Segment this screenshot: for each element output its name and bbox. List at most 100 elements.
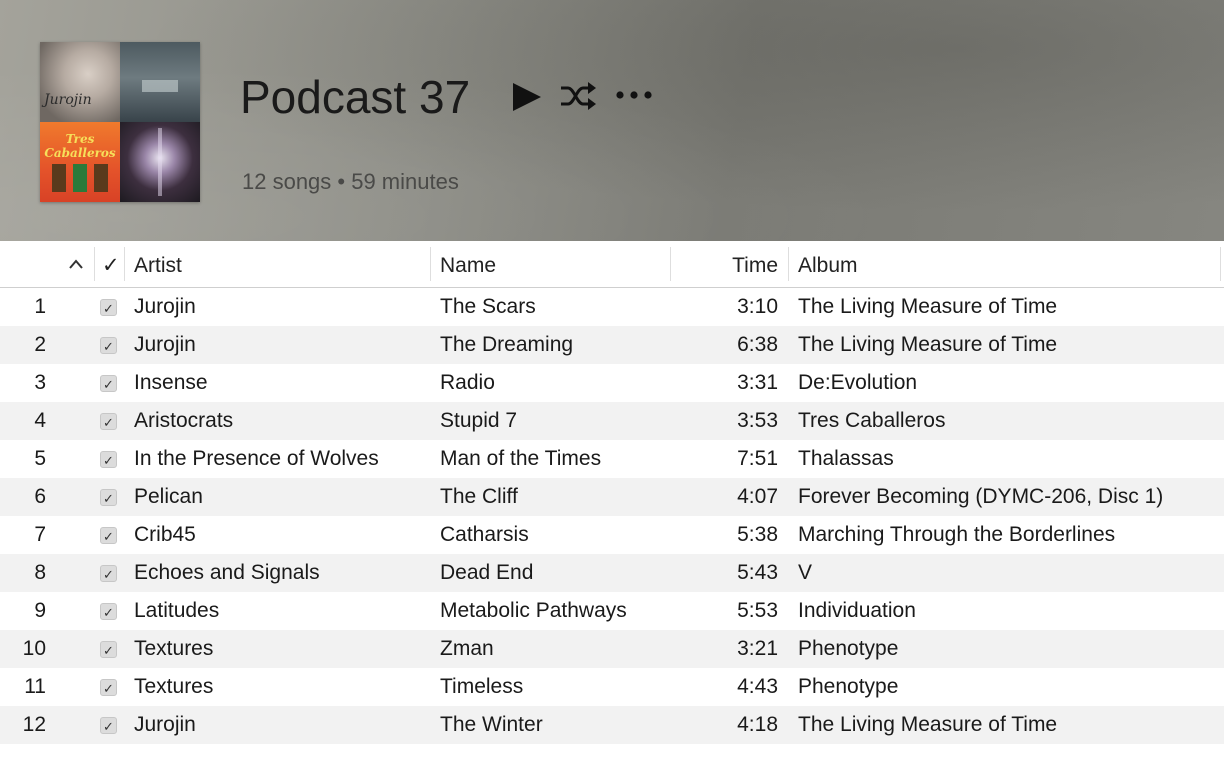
song-name-cell: The Scars xyxy=(440,295,536,318)
table-row[interactable]: 12 ✓ Jurojin The Winter 4:18 The Living Measu… xyxy=(0,706,1224,744)
album-art-tile: Jurojin xyxy=(40,42,120,122)
artist-cell: Jurojin xyxy=(134,295,196,318)
artist-cell: Jurojin xyxy=(134,333,196,356)
album-cell: V xyxy=(798,561,813,584)
album-cell: Phenotype xyxy=(798,637,899,660)
column-header-artist[interactable]: Artist xyxy=(134,241,182,287)
time-cell: 5:38 xyxy=(737,523,778,546)
table-row[interactable]: 8 ✓ Echoes and Signals Dead End 5:43 V xyxy=(0,554,1224,592)
table-row[interactable]: 6 ✓ Pelican The Cliff 4:07 Forever Becoming (… xyxy=(0,478,1224,516)
song-enabled-checkbox[interactable]: ✓ xyxy=(100,489,117,506)
track-number: 5 xyxy=(34,447,46,470)
album-cell: Thalassas xyxy=(798,447,894,470)
artist-cell: Jurojin xyxy=(134,713,196,736)
playlist-header: Jurojin Tres Caballeros Podcast 37 12 so… xyxy=(0,0,1224,241)
table-row[interactable]: 9 ✓ Latitudes Metabolic Pathways 5:53 Individ… xyxy=(0,592,1224,630)
album-art-logo-text: Jurojin xyxy=(44,92,92,108)
checkmark-icon: ✓ xyxy=(103,567,114,582)
song-enabled-checkbox[interactable]: ✓ xyxy=(100,451,117,468)
artist-cell: Pelican xyxy=(134,485,203,508)
track-number: 1 xyxy=(34,295,46,318)
table-row[interactable]: 4 ✓ Aristocrats Stupid 7 3:53 Tres Caballeros xyxy=(0,402,1224,440)
track-number: 2 xyxy=(34,333,46,356)
checkmark-icon: ✓ xyxy=(103,491,114,506)
artist-cell: Latitudes xyxy=(134,599,220,622)
song-enabled-checkbox[interactable]: ✓ xyxy=(100,565,117,582)
table-header: ✓ Artist Name Time Album xyxy=(0,241,1224,288)
album-cell: The Living Measure of Time xyxy=(798,295,1058,318)
time-cell: 4:07 xyxy=(737,485,778,508)
time-cell: 5:43 xyxy=(737,561,778,584)
column-header-checked[interactable]: ✓ xyxy=(102,241,120,287)
checkmark-icon: ✓ xyxy=(103,339,114,354)
table-row[interactable]: 11 ✓ Textures Timeless 4:43 Phenotype xyxy=(0,668,1224,706)
artist-cell: Textures xyxy=(134,637,214,660)
album-art-tile: Tres Caballeros xyxy=(40,122,120,202)
time-cell: 3:53 xyxy=(737,409,778,432)
album-cell: The Living Measure of Time xyxy=(798,333,1058,356)
checkmark-icon: ✓ xyxy=(103,453,114,468)
song-name-cell: Metabolic Pathways xyxy=(440,599,627,622)
song-name-cell: Zman xyxy=(440,637,494,660)
song-table: ✓ Artist Name Time Album 1 ✓ Jurojin The Sc… xyxy=(0,241,1224,744)
song-enabled-checkbox[interactable]: ✓ xyxy=(100,375,117,392)
column-header-album[interactable]: Album xyxy=(798,241,858,287)
song-name-cell: Timeless xyxy=(440,675,524,698)
track-number: 6 xyxy=(34,485,46,508)
song-enabled-checkbox[interactable]: ✓ xyxy=(100,413,117,430)
song-name-cell: Man of the Times xyxy=(440,447,602,470)
album-cell: Tres Caballeros xyxy=(798,409,946,432)
song-enabled-checkbox[interactable]: ✓ xyxy=(100,717,117,734)
song-list: 1 ✓ Jurojin The Scars 3:10 The Living Measure… xyxy=(0,288,1224,744)
column-header-name[interactable]: Name xyxy=(440,241,496,287)
table-row[interactable]: 2 ✓ Jurojin The Dreaming 6:38 The Living Meas… xyxy=(0,326,1224,364)
shuffle-icon[interactable] xyxy=(559,80,597,117)
song-enabled-checkbox[interactable]: ✓ xyxy=(100,299,117,316)
checkmark-icon: ✓ xyxy=(103,681,114,696)
song-name-cell: The Dreaming xyxy=(440,333,574,356)
checkmark-icon: ✓ xyxy=(103,605,114,620)
sort-ascending-icon[interactable] xyxy=(66,241,88,287)
time-cell: 3:10 xyxy=(737,295,778,318)
table-row[interactable]: 3 ✓ Insense Radio 3:31 De:Evolution xyxy=(0,364,1224,402)
song-enabled-checkbox[interactable]: ✓ xyxy=(100,603,117,620)
track-number: 12 xyxy=(22,713,46,736)
table-row[interactable]: 10 ✓ Textures Zman 3:21 Phenotype xyxy=(0,630,1224,668)
checkmark-icon: ✓ xyxy=(103,643,114,658)
song-name-cell: Dead End xyxy=(440,561,534,584)
table-row[interactable]: 5 ✓ In the Presence of Wolves Man of the Ti… xyxy=(0,440,1224,478)
checkmark-icon: ✓ xyxy=(103,719,114,734)
track-number: 4 xyxy=(34,409,46,432)
column-header-time[interactable]: Time xyxy=(690,241,778,287)
table-row[interactable]: 7 ✓ Crib45 Catharsis 5:38 Marching Through th… xyxy=(0,516,1224,554)
song-enabled-checkbox[interactable]: ✓ xyxy=(100,527,117,544)
song-name-cell: Stupid 7 xyxy=(440,409,518,432)
artist-cell: Echoes and Signals xyxy=(134,561,320,584)
playlist-summary: 12 songs • 59 minutes xyxy=(242,169,459,194)
song-name-cell: Radio xyxy=(440,371,495,394)
play-icon[interactable] xyxy=(512,82,542,117)
song-enabled-checkbox[interactable]: ✓ xyxy=(100,679,117,696)
track-number: 7 xyxy=(34,523,46,546)
more-icon[interactable] xyxy=(615,88,653,107)
artist-cell: Crib45 xyxy=(134,523,196,546)
album-cell: Phenotype xyxy=(798,675,899,698)
song-enabled-checkbox[interactable]: ✓ xyxy=(100,641,117,658)
track-number: 8 xyxy=(34,561,46,584)
checkmark-icon: ✓ xyxy=(103,529,114,544)
track-number: 10 xyxy=(22,637,46,660)
album-cell: Individuation xyxy=(798,599,916,622)
track-number: 9 xyxy=(34,599,46,622)
checkmark-icon: ✓ xyxy=(103,377,114,392)
table-row[interactable]: 1 ✓ Jurojin The Scars 3:10 The Living Measure… xyxy=(0,288,1224,326)
album-cell: The Living Measure of Time xyxy=(798,713,1058,736)
album-cell: Forever Becoming (DYMC-206, Disc 1) xyxy=(798,485,1164,508)
artist-cell: Aristocrats xyxy=(134,409,234,432)
checkmark-icon: ✓ xyxy=(103,301,114,316)
artist-cell: Insense xyxy=(134,371,208,394)
playlist-artwork: Jurojin Tres Caballeros xyxy=(40,42,200,202)
track-number: 3 xyxy=(34,371,46,394)
album-art-logo-text: Tres Caballeros xyxy=(44,132,116,160)
song-name-cell: Catharsis xyxy=(440,523,529,546)
song-enabled-checkbox[interactable]: ✓ xyxy=(100,337,117,354)
